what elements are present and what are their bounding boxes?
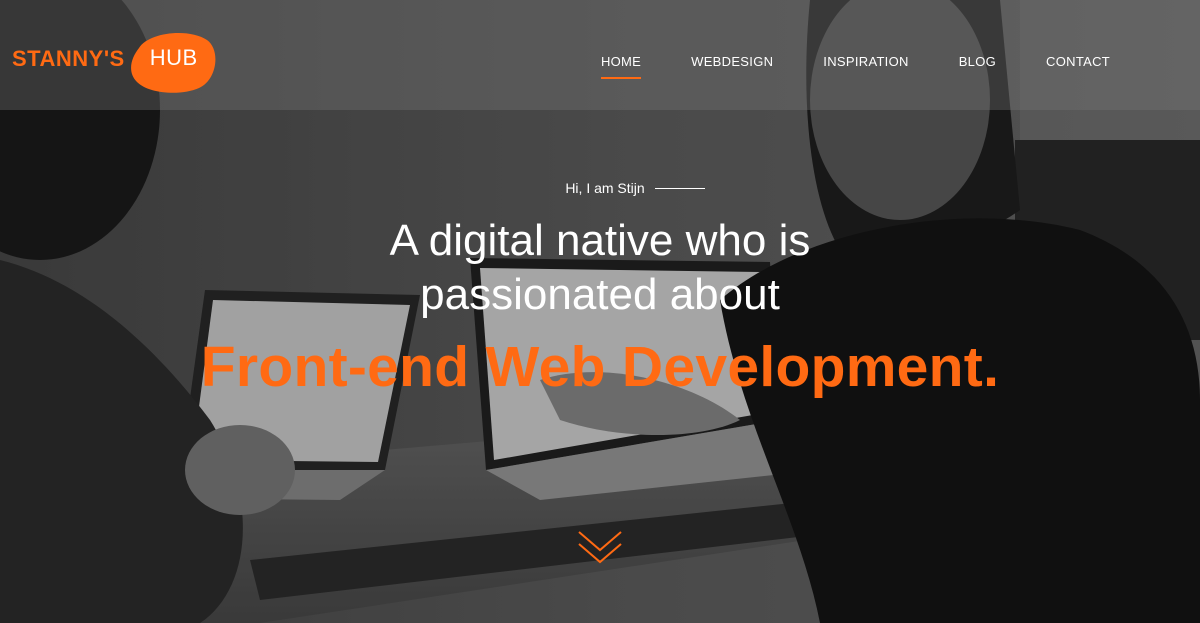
logo-hub-text: HUB [149,45,198,70]
chevron-double-down-icon [578,531,622,564]
nav-item-inspiration[interactable]: INSPIRATION [823,54,908,69]
headline-line-2: passionated about [420,270,780,319]
logo-wordmark: STANNY'S [12,46,125,71]
greeting-text: Hi, I am Stijn [565,180,645,196]
nav-item-contact[interactable]: CONTACT [1046,54,1110,69]
site-header: STANNY'S HUB HOME WEBDESIGN INSPIRATION … [0,0,1200,110]
hero-intro: Hi, I am Stijn A digital native who is p… [0,180,1200,400]
hero-headline: A digital native who is passionated abou… [0,214,1200,322]
site-logo[interactable]: STANNY'S HUB [12,30,219,94]
logo-blob-icon: HUB [129,30,219,94]
headline-line-1: A digital native who is [389,216,811,265]
nav-item-webdesign[interactable]: WEBDESIGN [691,54,773,69]
greeting-divider [654,187,705,189]
hero-section: STANNY'S HUB HOME WEBDESIGN INSPIRATION … [0,0,1200,623]
main-navigation: HOME WEBDESIGN INSPIRATION BLOG CONTACT [551,54,1110,79]
nav-item-home[interactable]: HOME [600,54,642,79]
greeting: Hi, I am Stijn [565,180,705,196]
nav-item-blog[interactable]: BLOG [959,54,996,69]
scroll-down-button[interactable] [577,528,623,568]
hero-focus-title: Front-end Web Development. [200,335,1000,399]
